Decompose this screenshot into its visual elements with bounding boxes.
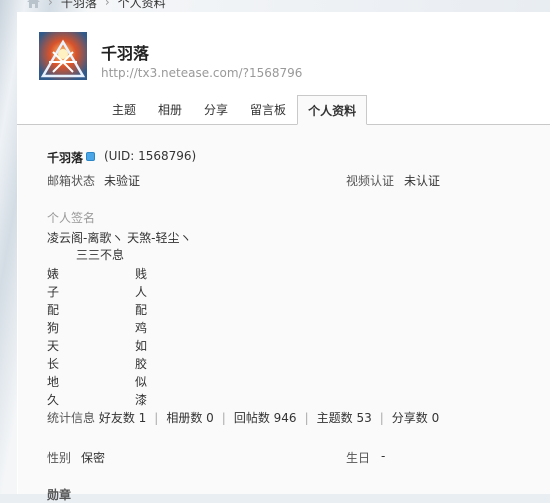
- profile-nickname: 千羽落: [101, 44, 150, 63]
- stat-separator: |: [304, 411, 309, 425]
- poem-right-char: 胶: [135, 357, 148, 371]
- signature-label: 个人签名: [47, 211, 96, 225]
- poem-left-char: 天: [47, 339, 60, 353]
- stat-separator: |: [221, 411, 226, 425]
- stat-replies[interactable]: 回帖数 946: [234, 411, 297, 425]
- home-icon[interactable]: [27, 0, 40, 8]
- birthday-label: 生日: [346, 451, 371, 465]
- poem-right-char: 鸡: [135, 321, 148, 335]
- stat-topics[interactable]: 主题数 53: [317, 411, 372, 425]
- vip-badge-icon: [86, 152, 95, 161]
- stat-separator: |: [154, 411, 159, 425]
- poem-left-char: 子: [47, 285, 60, 299]
- poem-right-char: 贱: [135, 267, 148, 281]
- medal-label: 勋章: [47, 488, 72, 502]
- poem-right-char: 人: [135, 285, 148, 299]
- info-username: 千羽落: [47, 151, 84, 165]
- avatar[interactable]: [39, 32, 87, 80]
- breadcrumb-item-profile: 个人资料: [117, 0, 166, 10]
- gender-value: 保密: [81, 451, 106, 465]
- breadcrumb-separator: ›: [48, 0, 53, 9]
- stat-shares[interactable]: 分享数 0: [392, 411, 439, 425]
- profile-content-area: [18, 125, 550, 494]
- breadcrumb-separator: ›: [104, 0, 110, 9]
- email-status-value: 未验证: [104, 174, 141, 188]
- tab-shares[interactable]: 分享: [193, 95, 239, 125]
- tab-guestbook[interactable]: 留言板: [239, 95, 297, 125]
- email-status-label: 邮箱状态: [47, 174, 96, 188]
- poem-left-char: 婊: [47, 267, 60, 281]
- signature-line: 凌云阁-离歌ヽ 天煞-轻尘ヽ: [47, 231, 192, 245]
- stats-row: 统计信息 好友数 1 | 相册数 0 | 回帖数 946 | 主题数 53 | 分享数 0: [47, 409, 439, 426]
- signature-line: 三三不息: [76, 248, 125, 262]
- birthday-value: -: [381, 449, 386, 463]
- video-auth-value: 未认证: [404, 174, 441, 188]
- poem-right-char: 如: [135, 339, 148, 353]
- stat-separator: |: [379, 411, 384, 425]
- video-auth-label: 视频认证: [346, 174, 395, 188]
- info-uid: (UID: 1568796): [104, 149, 197, 163]
- tab-albums[interactable]: 相册: [147, 95, 193, 125]
- breadcrumb: › 千羽落 › 个人资料: [27, 0, 166, 10]
- stat-friends[interactable]: 好友数 1: [99, 411, 146, 425]
- gender-label: 性别: [47, 451, 72, 465]
- poem-right-char: 漆: [135, 393, 148, 407]
- stats-label: 统计信息: [47, 411, 96, 425]
- poem-right-char: 似: [135, 375, 148, 389]
- profile-url[interactable]: http://tx3.netease.com/?1568796: [101, 66, 302, 80]
- profile-tabs: 主题 相册 分享 留言板 个人资料: [101, 95, 368, 125]
- poem-right-char: 配: [135, 303, 148, 317]
- breadcrumb-item-user[interactable]: 千羽落: [61, 0, 97, 11]
- tab-topics[interactable]: 主题: [101, 95, 147, 125]
- poem-left-char: 狗: [47, 321, 60, 335]
- poem-left-char: 长: [47, 357, 60, 371]
- poem-left-char: 配: [47, 303, 60, 317]
- poem-left-char: 久: [47, 393, 60, 407]
- poem-left-char: 地: [47, 375, 60, 389]
- tab-profile[interactable]: 个人资料: [297, 95, 368, 125]
- stat-albums[interactable]: 相册数 0: [166, 411, 213, 425]
